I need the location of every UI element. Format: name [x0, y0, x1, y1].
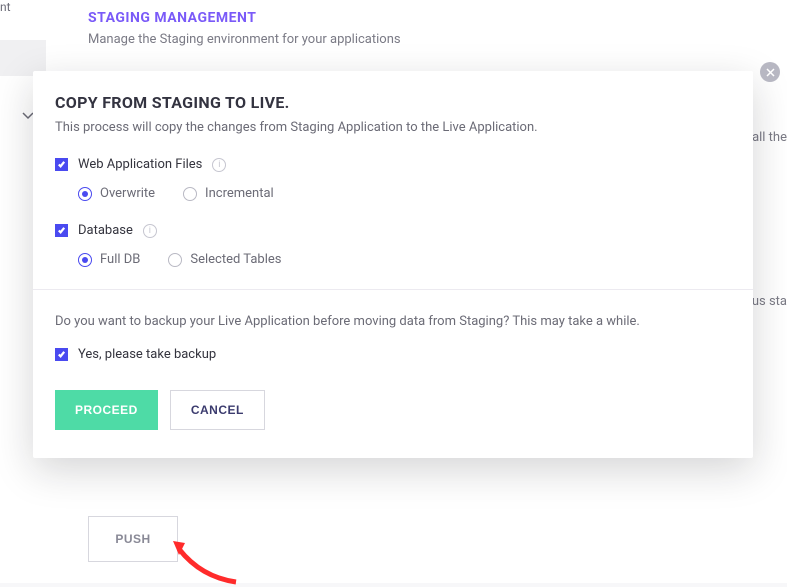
modal-description: This process will copy the changes from … [55, 120, 731, 135]
database-label: Database [78, 223, 133, 238]
info-icon[interactable]: i [212, 158, 226, 172]
truncated-text-1: all the [752, 130, 787, 145]
web-app-files-label: Web Application Files [78, 157, 202, 172]
selected-tables-radio[interactable]: Selected Tables [168, 252, 281, 267]
backup-label: Yes, please take backup [78, 347, 216, 362]
close-icon[interactable] [760, 62, 780, 82]
page-subtitle: Manage the Staging environment for your … [88, 32, 765, 47]
database-checkbox[interactable]: Database i [55, 223, 731, 238]
backup-checkbox[interactable]: Yes, please take backup [55, 347, 731, 362]
checkbox-checked-icon [55, 348, 68, 361]
info-icon[interactable]: i [143, 224, 157, 238]
checkbox-checked-icon [55, 224, 68, 237]
sidebar-fragment: nt [0, 0, 11, 14]
modal-title: COPY FROM STAGING TO LIVE. [55, 93, 731, 112]
proceed-button[interactable]: PROCEED [55, 390, 158, 430]
cancel-button[interactable]: CANCEL [170, 390, 265, 430]
incremental-radio[interactable]: Incremental [183, 186, 274, 201]
incremental-label: Incremental [205, 186, 274, 201]
radio-selected-icon [78, 187, 92, 201]
selected-tables-label: Selected Tables [190, 252, 281, 267]
radio-unselected-icon [168, 253, 182, 267]
backup-question: Do you want to backup your Live Applicat… [33, 290, 753, 329]
push-button[interactable]: PUSH [88, 516, 178, 562]
overwrite-label: Overwrite [100, 186, 155, 201]
full-db-label: Full DB [100, 252, 140, 267]
overwrite-radio[interactable]: Overwrite [78, 186, 155, 201]
checkbox-checked-icon [55, 158, 68, 171]
page-title: STAGING MANAGEMENT [88, 10, 765, 26]
web-app-files-checkbox[interactable]: Web Application Files i [55, 157, 731, 172]
radio-selected-icon [78, 253, 92, 267]
radio-unselected-icon [183, 187, 197, 201]
copy-modal: COPY FROM STAGING TO LIVE. This process … [33, 71, 753, 458]
full-db-radio[interactable]: Full DB [78, 252, 140, 267]
truncated-text-2: us sta [752, 294, 787, 309]
